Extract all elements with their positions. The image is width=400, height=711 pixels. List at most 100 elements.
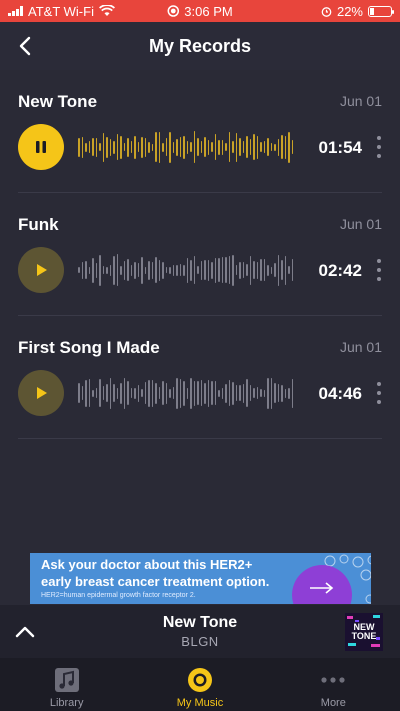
status-time: 3:06 PM bbox=[184, 3, 233, 19]
waveform-bar bbox=[85, 379, 87, 407]
waveform-bar bbox=[151, 379, 153, 407]
waveform-bar bbox=[137, 142, 139, 152]
waveform-bar bbox=[81, 261, 83, 279]
waveform-bar bbox=[239, 385, 241, 401]
waveform-bar bbox=[176, 377, 178, 409]
tab-bar: Library My Music More bbox=[0, 658, 400, 711]
waveform-bar bbox=[151, 261, 153, 279]
waveform-bar bbox=[179, 137, 181, 157]
waveform-bar bbox=[239, 138, 241, 156]
waveform-bar bbox=[144, 266, 146, 274]
waveform-bar bbox=[235, 265, 237, 275]
waveform-bar bbox=[158, 131, 160, 163]
waveform-bar bbox=[183, 264, 185, 276]
waveform-bar bbox=[176, 138, 178, 156]
waveform-bar bbox=[228, 256, 230, 284]
waveform-bar bbox=[246, 379, 248, 407]
waveform[interactable] bbox=[78, 376, 298, 410]
waveform-bar bbox=[162, 261, 164, 279]
waveform-bar bbox=[263, 141, 265, 153]
record-item[interactable]: New Tone Jun 01 01:54 bbox=[18, 70, 382, 193]
waveform-bar bbox=[78, 137, 80, 157]
waveform[interactable] bbox=[78, 253, 298, 287]
more-options-icon[interactable] bbox=[376, 259, 382, 281]
record-title: First Song I Made bbox=[18, 338, 160, 357]
tab-library[interactable]: Library bbox=[0, 658, 133, 711]
waveform-bar bbox=[116, 254, 118, 286]
waveform-bar bbox=[165, 138, 167, 156]
record-duration: 01:54 bbox=[318, 138, 362, 157]
waveform-bar bbox=[186, 257, 188, 283]
waveform[interactable] bbox=[78, 130, 298, 164]
tab-my-music-label: My Music bbox=[176, 697, 224, 709]
waveform-bar bbox=[92, 138, 94, 156]
mini-player[interactable]: New Tone BLGN NEW TONE bbox=[0, 605, 400, 658]
play-button[interactable] bbox=[18, 370, 64, 416]
waveform-bar bbox=[200, 141, 202, 153]
pause-button[interactable] bbox=[18, 124, 64, 170]
waveform-bar bbox=[88, 141, 90, 153]
waveform-bar bbox=[211, 142, 213, 152]
more-dots-icon bbox=[319, 666, 347, 694]
waveform-bar bbox=[169, 266, 171, 274]
tab-my-music[interactable]: My Music bbox=[133, 658, 266, 711]
more-options-icon[interactable] bbox=[376, 136, 382, 158]
waveform-bar bbox=[246, 264, 248, 276]
waveform-bar bbox=[281, 260, 283, 280]
waveform-bar bbox=[81, 386, 83, 400]
waveform-bar bbox=[249, 255, 251, 285]
play-button[interactable] bbox=[18, 247, 64, 293]
waveform-bar bbox=[256, 135, 258, 159]
waveform-bar bbox=[137, 263, 139, 277]
record-duration: 04:46 bbox=[318, 384, 362, 403]
waveform-bar bbox=[235, 385, 237, 401]
record-title: New Tone bbox=[18, 92, 98, 111]
record-item[interactable]: First Song I Made Jun 01 04:46 bbox=[18, 316, 382, 439]
waveform-bar bbox=[277, 138, 279, 156]
tab-more-label: More bbox=[320, 697, 346, 709]
waveform-bar bbox=[99, 143, 101, 151]
album-art[interactable]: NEW TONE bbox=[345, 613, 383, 651]
waveform-bar bbox=[158, 259, 160, 281]
waveform-bar bbox=[169, 131, 171, 163]
waveform-bar bbox=[134, 261, 136, 279]
waveform-bar bbox=[207, 379, 209, 407]
more-options-icon[interactable] bbox=[376, 382, 382, 404]
waveform-bar bbox=[225, 143, 227, 151]
ad-banner[interactable]: Ask your doctor about this HER2+ early b… bbox=[30, 553, 371, 604]
waveform-bar bbox=[232, 381, 234, 405]
battery-percent: 22% bbox=[336, 3, 363, 19]
waveform-bar bbox=[141, 136, 143, 158]
waveform-bar bbox=[141, 256, 143, 284]
waveform-bar bbox=[106, 136, 108, 158]
album-art-text: NEW TONE bbox=[351, 622, 377, 641]
waveform-bar bbox=[256, 261, 258, 279]
nav-header: My Records bbox=[0, 22, 400, 70]
waveform-bar bbox=[116, 134, 118, 160]
waveform-bar bbox=[148, 141, 150, 153]
waveform-bar bbox=[246, 136, 248, 158]
pause-icon bbox=[36, 141, 46, 153]
waveform-bar bbox=[102, 386, 104, 400]
waveform-bar bbox=[281, 384, 283, 402]
waveform-bar bbox=[281, 135, 283, 159]
waveform-bar bbox=[78, 383, 80, 403]
waveform-bar bbox=[186, 140, 188, 154]
tab-more[interactable]: More bbox=[267, 658, 400, 711]
record-icon bbox=[186, 666, 214, 694]
record-item[interactable]: Funk Jun 01 02:42 bbox=[18, 193, 382, 316]
waveform-bar bbox=[172, 141, 174, 153]
record-duration: 02:42 bbox=[318, 261, 362, 280]
waveform-bar bbox=[197, 266, 199, 274]
chevron-left-icon[interactable] bbox=[14, 34, 38, 58]
waveform-bar bbox=[204, 260, 206, 280]
carrier-label: AT&T Wi-Fi bbox=[28, 3, 94, 19]
chevron-up-icon[interactable] bbox=[14, 621, 36, 643]
waveform-bar bbox=[277, 384, 279, 402]
waveform-bar bbox=[148, 379, 150, 407]
waveform-bar bbox=[284, 388, 286, 398]
waveform-bar bbox=[207, 259, 209, 281]
waveform-bar bbox=[92, 389, 94, 397]
waveform-bar bbox=[116, 387, 118, 399]
alarm-icon bbox=[321, 6, 332, 17]
